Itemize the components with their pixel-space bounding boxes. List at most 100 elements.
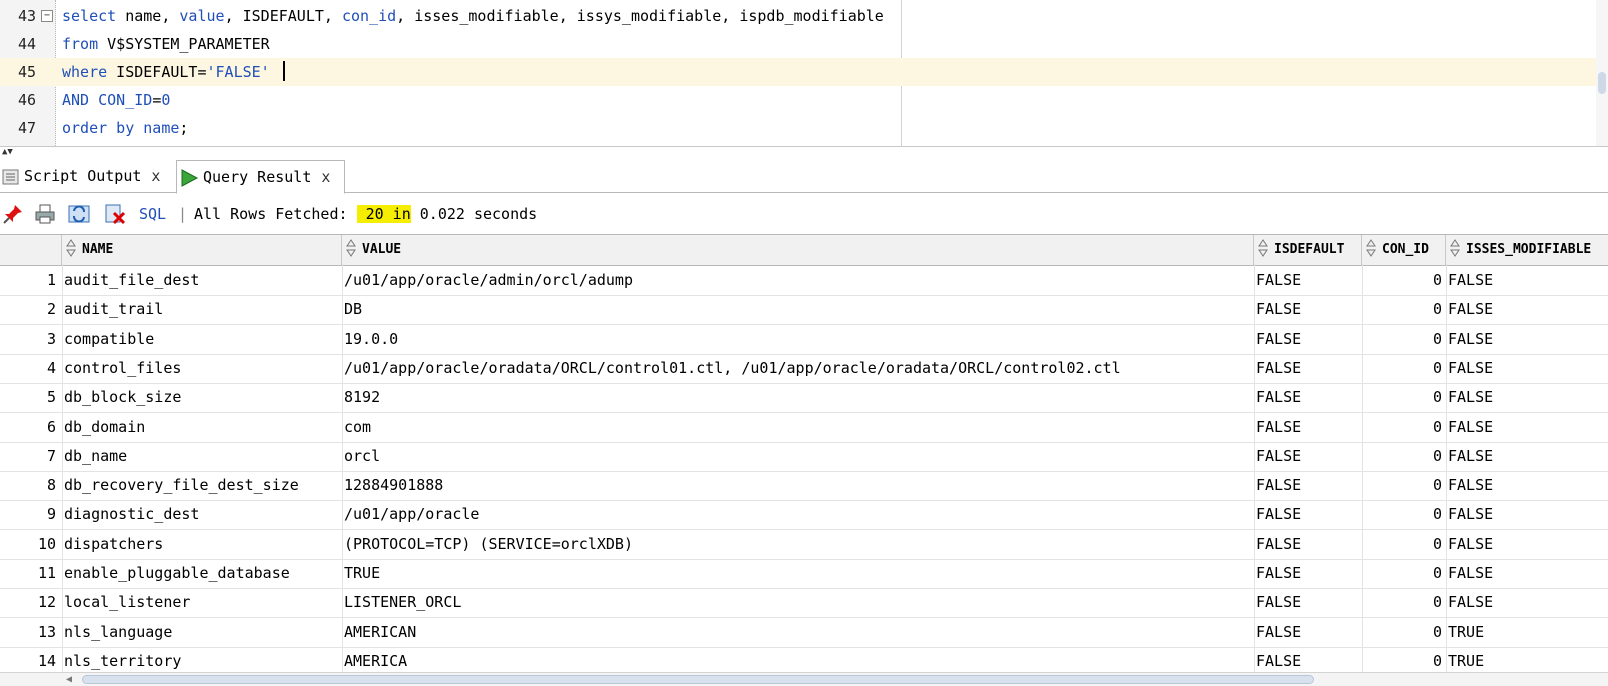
cell-con-id[interactable]: 0 [1362,412,1446,442]
cell-value[interactable]: orcl [342,441,1254,471]
query-result-grid[interactable]: NAME VALUE ISDEFAULT CON_ID ISSES_MODIFI… [0,234,1608,672]
cell-isdefault[interactable]: FALSE [1254,587,1362,617]
column-header-isdefault[interactable]: ISDEFAULT [1254,235,1362,265]
cell-isses-modifiable[interactable]: FALSE [1446,353,1608,383]
cell-name[interactable]: control_files [62,353,338,383]
cell-con-id[interactable]: 0 [1362,646,1446,672]
tab-query-result[interactable]: Query Result x [176,160,345,194]
column-header-con-id[interactable]: CON_ID [1362,235,1446,265]
cell-value[interactable]: AMERICA [342,646,1254,672]
cell-isdefault[interactable]: FALSE [1254,529,1362,559]
cell-name[interactable]: nls_territory [62,646,338,672]
close-tab-icon[interactable]: x [321,168,330,186]
editor-line[interactable]: 44 from V$SYSTEM_PARAMETER [0,30,1600,58]
code-text[interactable]: select name, value, ISDEFAULT, con_id, i… [62,2,884,30]
cell-isdefault[interactable]: FALSE [1254,265,1362,295]
cell-name[interactable]: diagnostic_dest [62,499,338,529]
cell-con-id[interactable]: 0 [1362,294,1446,324]
cell-name[interactable]: db_recovery_file_dest_size [62,470,338,500]
code-text[interactable]: order by name; [62,114,188,142]
cell-value[interactable]: 12884901888 [342,470,1254,500]
cell-value[interactable]: DB [342,294,1254,324]
table-row[interactable]: 12 local_listener LISTENER_ORCL FALSE 0 FALSE [0,587,1608,619]
cell-name[interactable]: compatible [62,324,338,354]
cell-isdefault[interactable]: FALSE [1254,646,1362,672]
cell-con-id[interactable]: 0 [1362,353,1446,383]
table-row[interactable]: 6 db_domain com FALSE 0 FALSE [0,412,1608,443]
column-header-isses-modifiable[interactable]: ISSES_MODIFIABLE [1446,235,1608,265]
cell-con-id[interactable]: 0 [1362,587,1446,617]
cell-value[interactable]: /u01/app/oracle [342,499,1254,529]
cell-name[interactable]: audit_trail [62,294,338,324]
table-row[interactable]: 7 db_name orcl FALSE 0 FALSE [0,441,1608,472]
cell-con-id[interactable]: 0 [1362,441,1446,471]
table-row[interactable]: 10 dispatchers (PROTOCOL=TCP) (SERVICE=orc… [0,529,1608,560]
cell-name[interactable]: nls_language [62,617,338,647]
cell-isses-modifiable[interactable]: FALSE [1446,587,1608,617]
cell-name[interactable]: dispatchers [62,529,338,559]
cell-con-id[interactable]: 0 [1362,324,1446,354]
cell-name[interactable]: enable_pluggable_database [62,558,338,588]
cell-isdefault[interactable]: FALSE [1254,412,1362,442]
cell-value[interactable]: com [342,412,1254,442]
cell-con-id[interactable]: 0 [1362,558,1446,588]
code-text[interactable]: AND CON_ID=0 [62,86,170,114]
cell-value[interactable]: TRUE [342,558,1254,588]
cell-isdefault[interactable]: FALSE [1254,294,1362,324]
clear-icon[interactable] [104,203,126,225]
refresh-icon[interactable] [68,203,90,225]
code-text[interactable]: from V$SYSTEM_PARAMETER [62,30,270,58]
cell-name[interactable]: audit_file_dest [62,265,338,295]
cell-value[interactable]: 19.0.0 [342,324,1254,354]
cell-isdefault[interactable]: FALSE [1254,441,1362,471]
sort-icon[interactable] [66,239,76,257]
cell-isses-modifiable[interactable]: FALSE [1446,470,1608,500]
cell-isses-modifiable[interactable]: FALSE [1446,265,1608,295]
table-row[interactable]: 8 db_recovery_file_dest_size 12884901888 FA… [0,470,1608,502]
table-row[interactable]: 14 nls_territory AMERICA FALSE 0 TRUE [0,646,1608,672]
table-row[interactable]: 4 control_files/u01/app/oracle/oradata/OR… [0,353,1608,384]
column-header-value[interactable]: VALUE [342,235,1254,265]
cell-name[interactable]: db_domain [62,412,338,442]
scroll-left-icon[interactable]: ◀ [66,673,72,686]
cell-con-id[interactable]: 0 [1362,529,1446,559]
editor-line[interactable]: 45 where ISDEFAULT='FALSE' [0,58,1600,86]
cell-isses-modifiable[interactable]: FALSE [1446,382,1608,412]
sql-editor[interactable]: 43− select name, value, ISDEFAULT, con_id… [0,0,1608,147]
cell-isdefault[interactable]: FALSE [1254,353,1362,383]
cell-con-id[interactable]: 0 [1362,382,1446,412]
table-row[interactable]: 2 audit_trail DB FALSE 0 FALSE [0,294,1608,326]
cell-value[interactable]: (PROTOCOL=TCP) (SERVICE=orclXDB) [342,529,1254,559]
table-row[interactable]: 3 compatible 19.0.0 FALSE 0 FALSE [0,324,1608,355]
editor-line[interactable]: 47 order by name; [0,114,1600,142]
cell-isses-modifiable[interactable]: FALSE [1446,324,1608,354]
cell-value[interactable]: 8192 [342,382,1254,412]
editor-vertical-scrollbar[interactable] [1596,0,1608,146]
cell-isses-modifiable[interactable]: FALSE [1446,441,1608,471]
cell-isses-modifiable[interactable]: FALSE [1446,499,1608,529]
cell-isses-modifiable[interactable]: TRUE [1446,646,1608,672]
cell-isdefault[interactable]: FALSE [1254,470,1362,500]
cell-isdefault[interactable]: FALSE [1254,382,1362,412]
cell-isses-modifiable[interactable]: FALSE [1446,558,1608,588]
cell-isdefault[interactable]: FALSE [1254,499,1362,529]
cell-value[interactable]: /u01/app/oracle/oradata/ORCL/control01.c… [342,353,1254,383]
table-row[interactable]: 11 enable_pluggable_database TRUE FALSE 0 FAL… [0,558,1608,589]
cell-name[interactable]: db_block_size [62,382,338,412]
tab-script-output[interactable]: Script Output x [0,160,176,192]
close-tab-icon[interactable]: x [151,167,160,185]
sort-icon[interactable] [1450,239,1460,257]
table-row[interactable]: 9 diagnostic_dest/u01/app/oracle FALSE 0 FAL… [0,499,1608,531]
splitter-arrows-icon[interactable]: ▲▼ [2,148,13,157]
cell-value[interactable]: AMERICAN [342,617,1254,647]
table-row[interactable]: 1 audit_file_dest/u01/app/oracle/admin/or… [0,265,1608,296]
cell-isses-modifiable[interactable]: FALSE [1446,529,1608,559]
editor-line[interactable]: 43− select name, value, ISDEFAULT, con_id… [0,2,1600,30]
cell-isdefault[interactable]: FALSE [1254,617,1362,647]
editor-scroll-thumb[interactable] [1598,72,1606,94]
cell-name[interactable]: db_name [62,441,338,471]
cell-isses-modifiable[interactable]: FALSE [1446,412,1608,442]
sql-link[interactable]: SQL [139,198,166,230]
pin-icon[interactable] [2,203,24,225]
horizontal-scroll-thumb[interactable] [82,675,1314,684]
